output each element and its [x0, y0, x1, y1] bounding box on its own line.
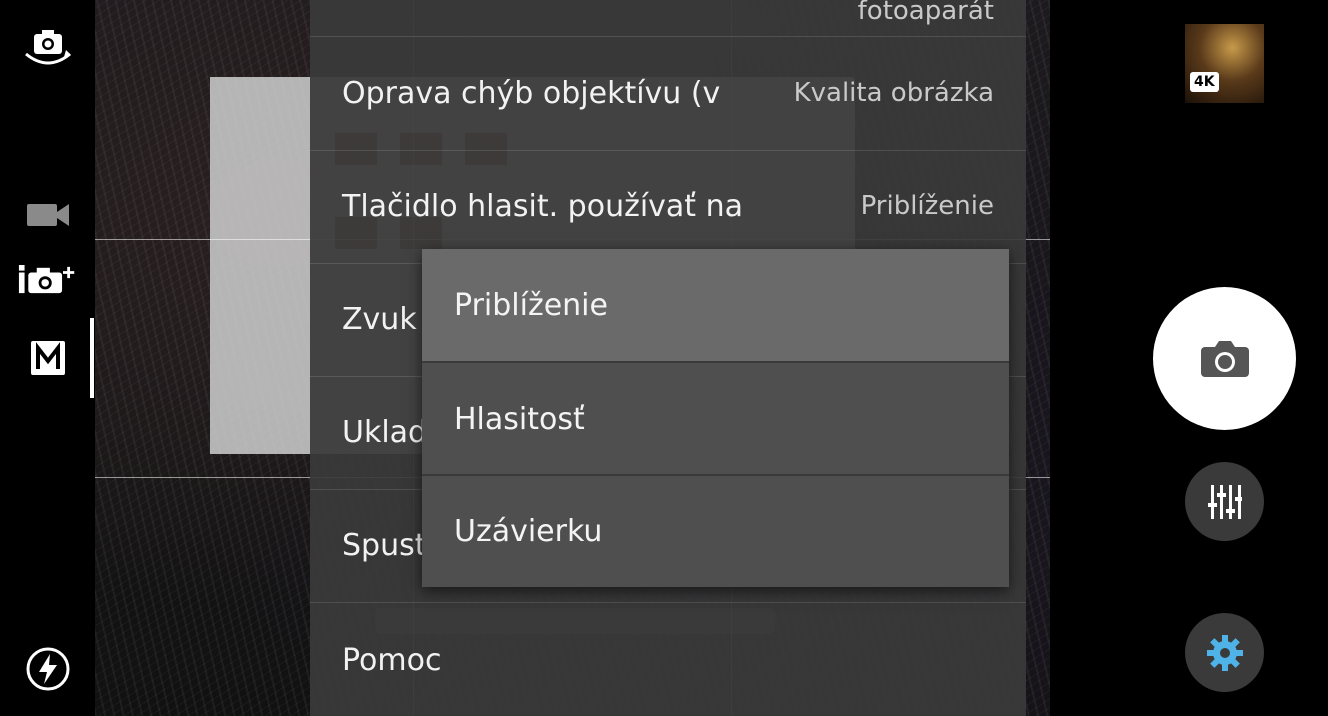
manual-settings-button[interactable] — [1185, 462, 1264, 541]
settings-row-volume-key[interactable]: Tlačidlo hlasit. používať na Priblíženie — [310, 151, 1026, 264]
viewfinder-scene-sidebar — [210, 77, 310, 454]
switch-camera-icon[interactable] — [18, 26, 78, 70]
4k-badge: 4K — [1190, 72, 1219, 92]
sliders-icon — [1207, 484, 1242, 519]
dropdown-option-label: Priblíženie — [454, 287, 608, 323]
mode-selected-indicator — [90, 318, 94, 398]
left-mode-rail — [0, 0, 95, 716]
dropdown-option-label: Hlasitosť — [454, 401, 585, 437]
manual-mode-icon[interactable] — [18, 338, 78, 378]
settings-row-title: Pomoc — [342, 643, 442, 678]
intelligent-auto-icon[interactable] — [18, 260, 78, 300]
shutter-button[interactable] — [1153, 287, 1296, 430]
settings-button[interactable] — [1185, 613, 1264, 692]
dropdown-option-label: Uzávierku — [454, 514, 603, 549]
settings-row-title: Uklad — [342, 415, 428, 450]
flash-auto-icon[interactable] — [18, 646, 78, 692]
settings-row-title: Spust — [342, 528, 427, 563]
gear-icon — [1206, 634, 1243, 671]
settings-row-title: Oprava chýb objektívu (v — [342, 76, 721, 111]
settings-row-help[interactable]: Pomoc — [310, 603, 1026, 715]
settings-row-title: Tlačidlo hlasit. používať na — [342, 189, 744, 224]
settings-row-value: Kvalita obrázka — [793, 78, 994, 108]
dropdown-option-volume[interactable]: Hlasitosť — [422, 363, 1009, 475]
settings-row-title: Zvuk — [342, 302, 417, 337]
volume-key-dropdown: Priblíženie Hlasitosť Uzávierku — [422, 249, 1009, 587]
settings-row-value: Priblíženie — [860, 191, 994, 221]
dropdown-option-shutter[interactable]: Uzávierku — [422, 476, 1009, 587]
settings-row-value: fotoaparát — [857, 0, 994, 26]
dropdown-option-zoom[interactable]: Priblíženie — [422, 249, 1009, 361]
settings-row[interactable]: fotoaparát — [310, 0, 1026, 37]
camera-icon — [1200, 340, 1249, 377]
settings-row-lens-correction[interactable]: Oprava chýb objektívu (v Kvalita obrázka — [310, 38, 1026, 151]
video-icon[interactable] — [18, 198, 78, 232]
